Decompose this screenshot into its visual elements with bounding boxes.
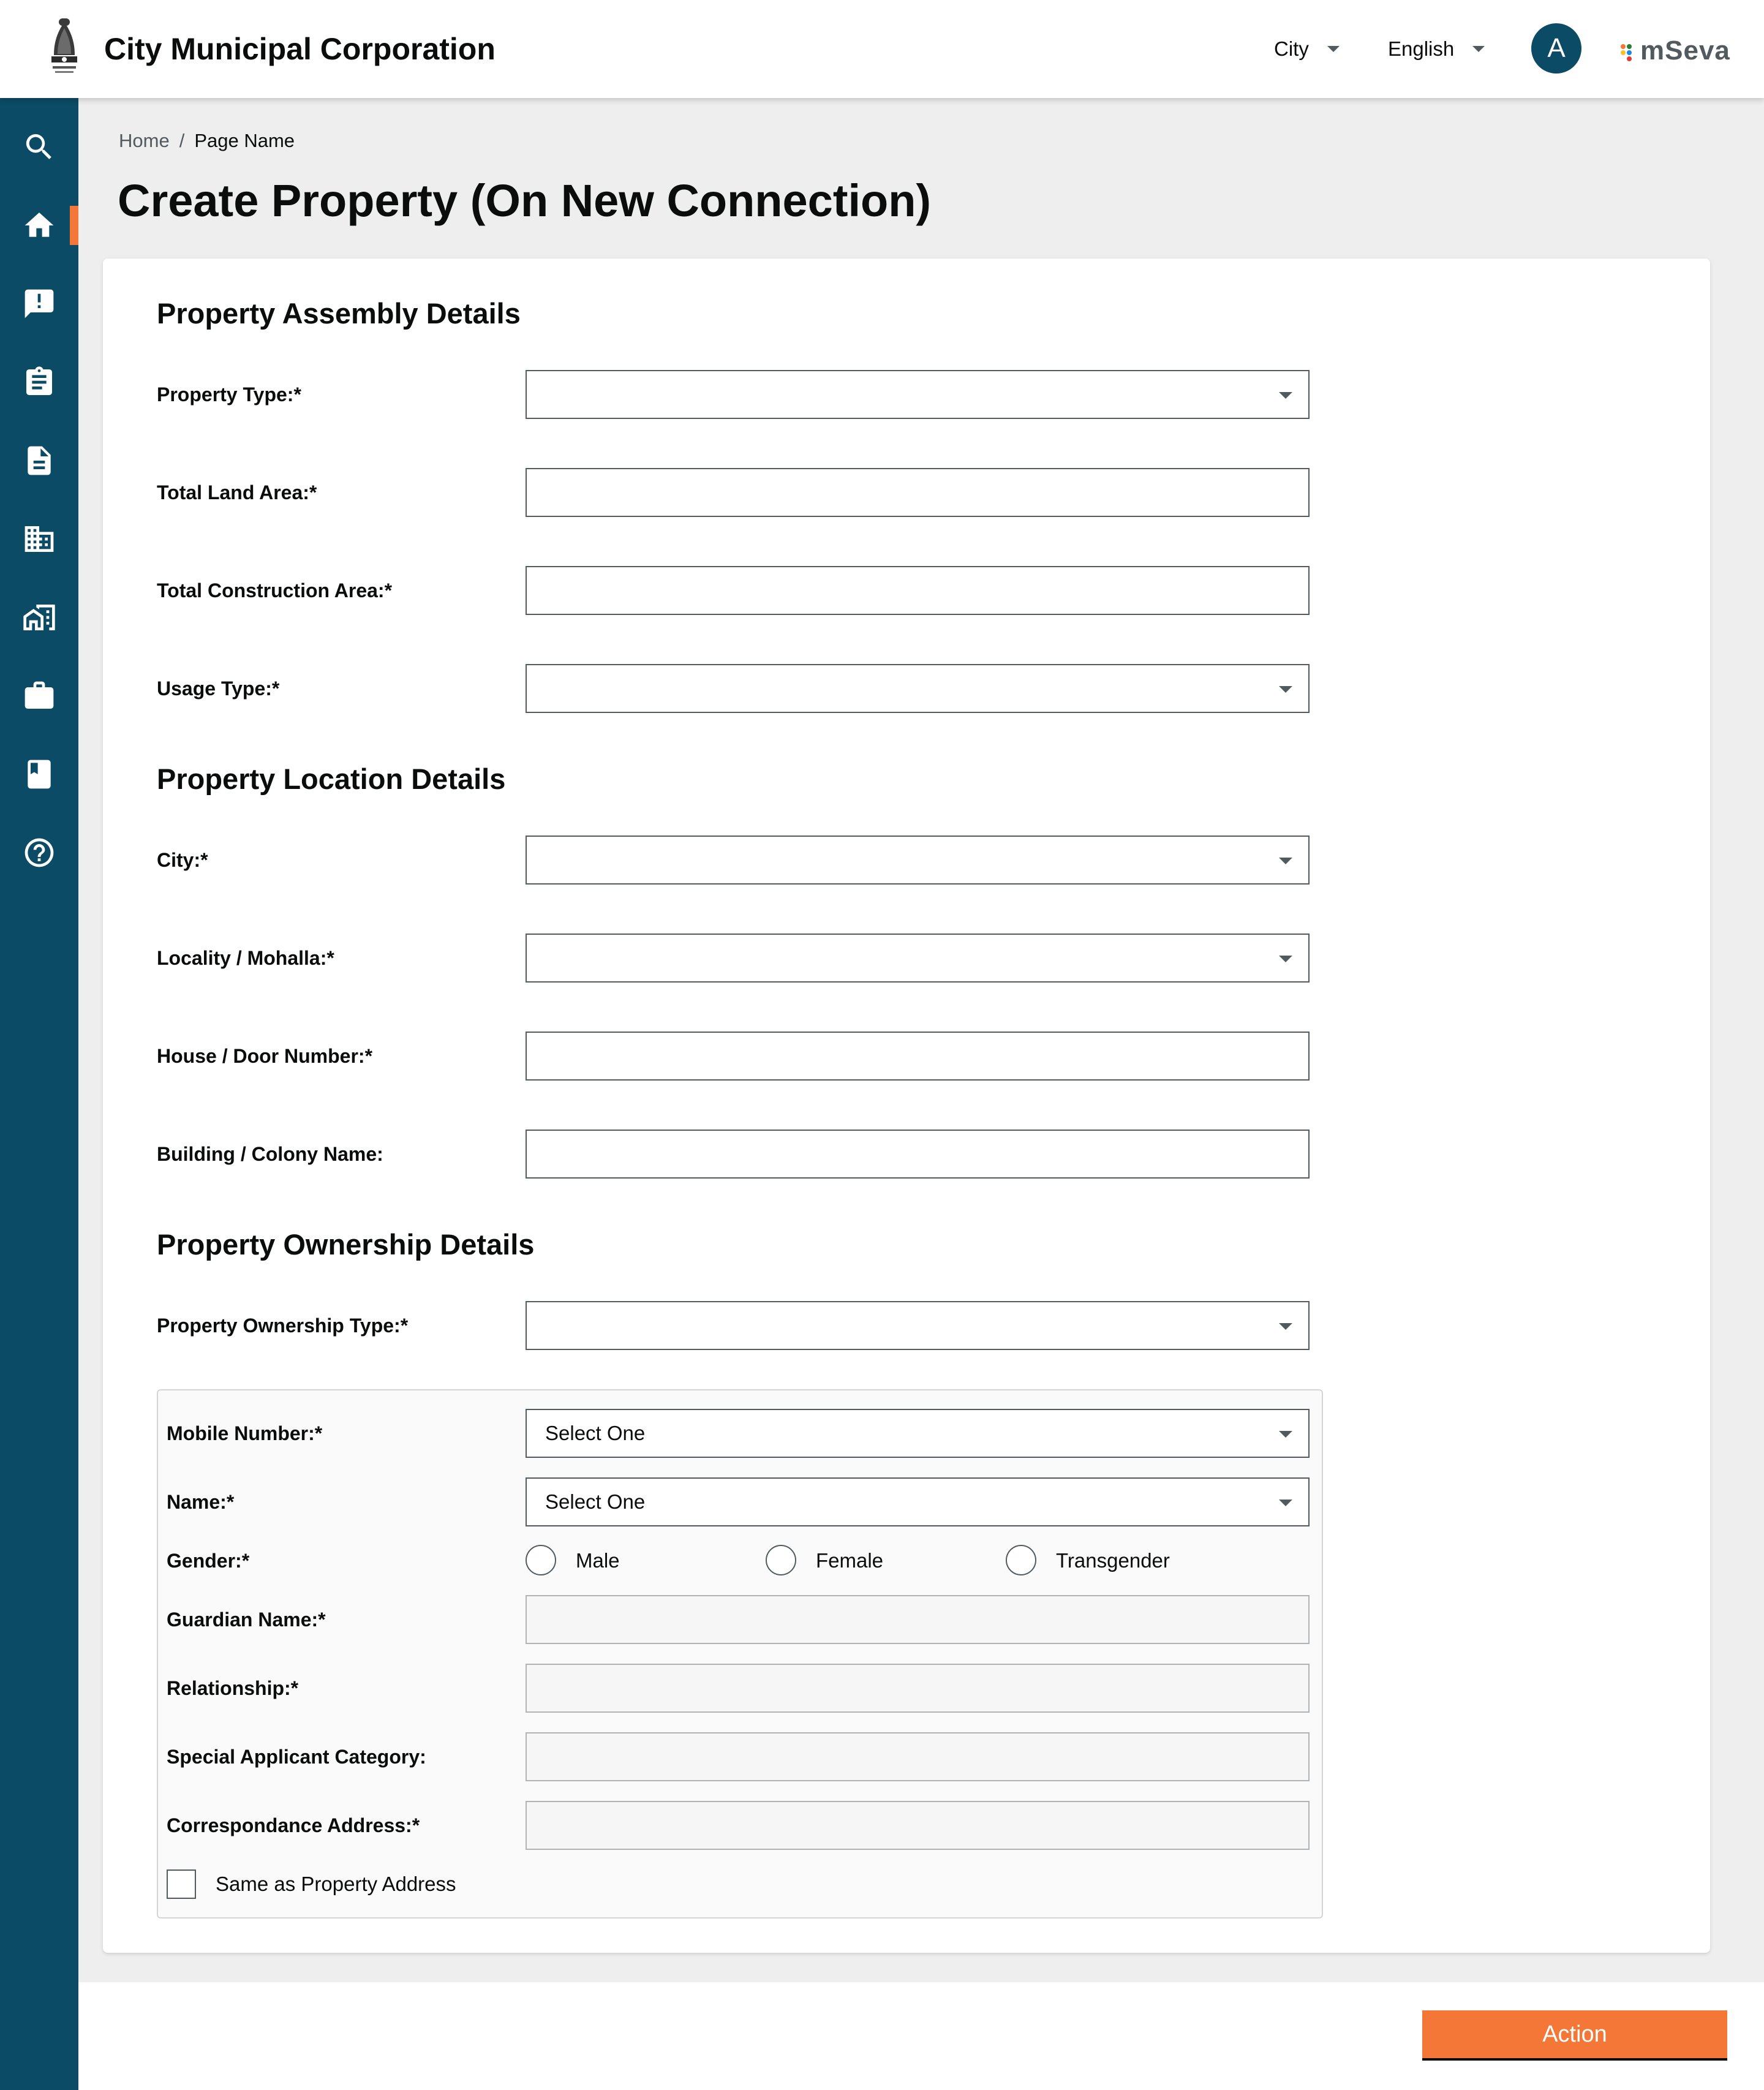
gender-option-male: Male [576, 1549, 620, 1572]
city-dropdown[interactable]: City [1274, 32, 1340, 66]
home-icon [24, 213, 54, 237]
owner-name-select[interactable]: Select One [526, 1477, 1310, 1526]
usage-type-select[interactable] [526, 664, 1310, 713]
mobile-number-select[interactable]: Select One [526, 1409, 1310, 1458]
guardian-name-input[interactable] [526, 1595, 1310, 1644]
property-icon [23, 605, 55, 630]
section-title-assembly: Property Assembly Details [157, 297, 521, 330]
same-address-checkbox[interactable] [167, 1869, 196, 1899]
document-icon [28, 446, 51, 475]
correspondence-address-input[interactable] [526, 1801, 1310, 1850]
city-dropdown-label: City [1274, 37, 1309, 60]
chevron-down-icon [1472, 46, 1485, 52]
special-category-input[interactable] [526, 1732, 1310, 1781]
construction-area-input[interactable] [526, 566, 1310, 615]
usage-type-label: Usage Type:* [157, 677, 280, 700]
guardian-name-label: Guardian Name:* [167, 1609, 326, 1631]
owner-name-label: Name:* [167, 1491, 235, 1513]
gender-radio-transgender[interactable] [1006, 1545, 1036, 1575]
sidebar-item-complaints[interactable] [0, 276, 78, 332]
section-title-ownership: Property Ownership Details [157, 1228, 535, 1261]
sidebar-item-trade[interactable] [0, 668, 78, 724]
relationship-label: Relationship:* [167, 1677, 299, 1699]
help-icon [24, 838, 54, 867]
property-type-select[interactable] [526, 370, 1310, 419]
gender-option-transgender: Transgender [1056, 1549, 1170, 1572]
sidebar [0, 98, 78, 2090]
sidebar-item-help[interactable] [0, 824, 78, 881]
breadcrumb-home[interactable]: Home [119, 130, 170, 151]
search-icon [26, 134, 51, 159]
property-type-label: Property Type:* [157, 383, 301, 406]
sidebar-item-documents[interactable] [0, 432, 78, 489]
brand-name: mSeva [1640, 36, 1730, 66]
same-address-label: Same as Property Address [216, 1873, 456, 1895]
action-button[interactable]: Action [1422, 2010, 1727, 2061]
locality-select[interactable] [526, 934, 1310, 983]
house-number-input[interactable] [526, 1032, 1310, 1081]
corporation-title: City Municipal Corporation [104, 32, 496, 66]
language-dropdown-label: English [1388, 37, 1455, 60]
sidebar-item-guide[interactable] [0, 746, 78, 802]
gender-label: Gender:* [167, 1550, 250, 1572]
sidebar-item-search[interactable] [0, 119, 78, 175]
clipboard-icon [26, 366, 52, 395]
chevron-down-icon [1327, 46, 1340, 52]
gender-radio-female[interactable] [766, 1545, 796, 1575]
breadcrumb-separator: / [179, 130, 185, 151]
mobile-number-label: Mobile Number:* [167, 1422, 323, 1444]
sidebar-item-applications[interactable] [0, 354, 78, 410]
gender-radio-male[interactable] [526, 1545, 556, 1575]
briefcase-icon [24, 681, 54, 709]
user-avatar[interactable]: A [1531, 23, 1581, 74]
building-icon [24, 526, 54, 552]
gender-option-female: Female [816, 1549, 884, 1572]
city-select[interactable] [526, 836, 1310, 885]
breadcrumb-current: Page Name [194, 130, 295, 151]
building-name-label: Building / Colony Name: [157, 1143, 383, 1165]
house-number-label: House / Door Number:* [157, 1045, 373, 1067]
ownership-type-select[interactable] [526, 1301, 1310, 1350]
sidebar-item-buildings[interactable] [0, 511, 78, 567]
ownership-type-label: Property Ownership Type:* [157, 1315, 409, 1337]
construction-area-label: Total Construction Area:* [157, 579, 393, 602]
state-emblem-icon [51, 18, 77, 73]
breadcrumb: Home / Page Name [119, 129, 295, 153]
relationship-input[interactable] [526, 1664, 1310, 1713]
sidebar-item-property[interactable] [0, 589, 78, 646]
building-name-input[interactable] [526, 1130, 1310, 1179]
top-header: City Municipal Corporation City English … [0, 0, 1764, 98]
land-area-input[interactable] [526, 468, 1310, 517]
section-title-location: Property Location Details [157, 763, 506, 795]
book-icon [28, 760, 51, 789]
special-category-label: Special Applicant Category: [167, 1746, 426, 1768]
locality-label: Locality / Mohalla:* [157, 947, 334, 969]
land-area-label: Total Land Area:* [157, 481, 317, 504]
brand-dots-icon [1621, 42, 1637, 61]
correspondence-address-label: Correspondance Address:* [167, 1814, 420, 1836]
city-label: City:* [157, 849, 208, 871]
brand-logo: mSeva [1621, 32, 1730, 70]
complaint-icon [24, 289, 54, 319]
language-dropdown[interactable]: English [1388, 32, 1485, 66]
sidebar-item-home[interactable] [0, 197, 78, 254]
page-title: Create Property (On New Connection) [118, 175, 932, 226]
